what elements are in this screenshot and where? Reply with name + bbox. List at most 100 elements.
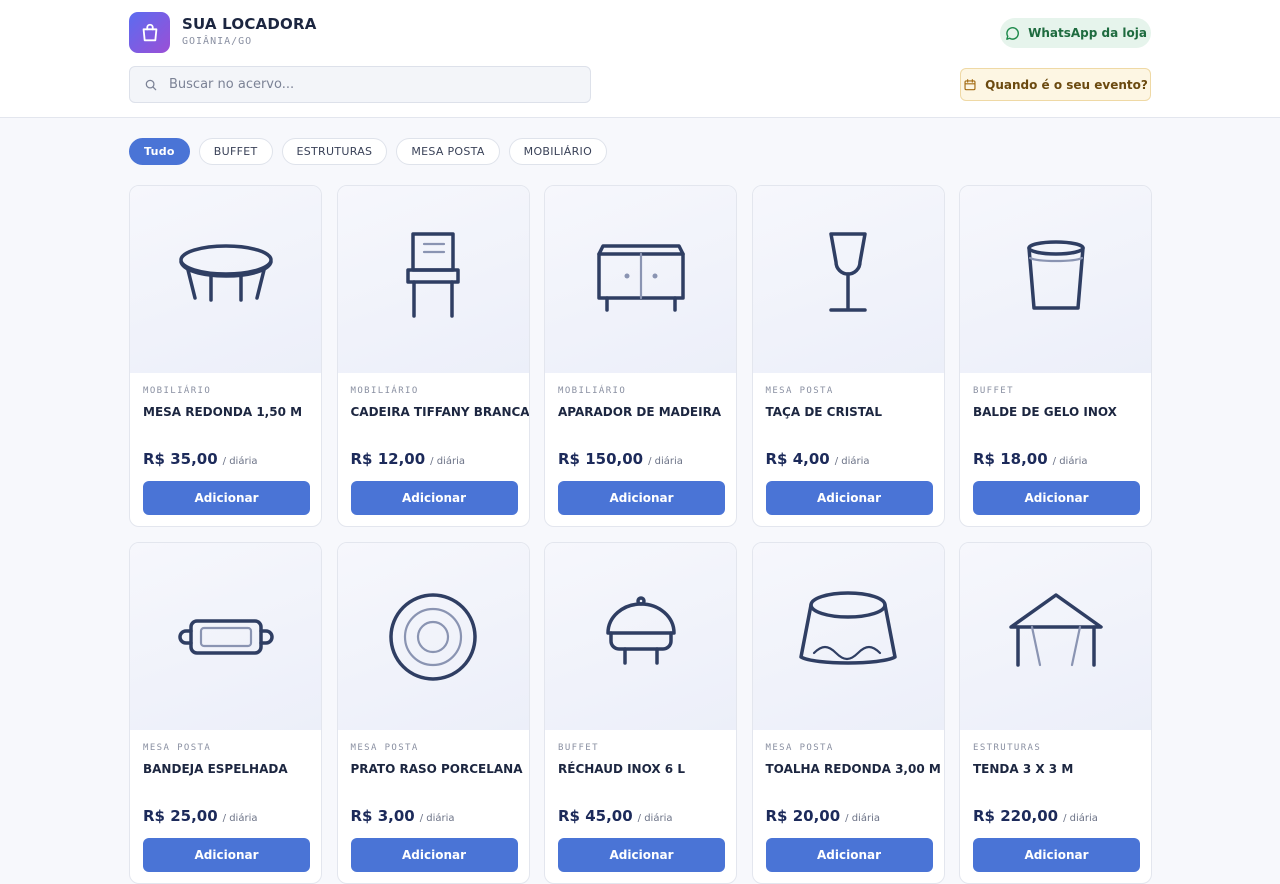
product-card[interactable]: MOBILIÁRIO CADEIRA TIFFANY BRANCA R$ 12,… — [336, 185, 530, 527]
product-card[interactable]: MOBILIÁRIO MESA REDONDA 1,50 M R$ 35,00 /… — [129, 185, 322, 527]
calendar-icon — [964, 78, 976, 90]
sideboard-icon — [596, 243, 685, 312]
product-name: RÉCHAUD INOX 6 L — [558, 762, 685, 776]
wine-glass-icon — [829, 231, 867, 312]
price-unit: / diária — [419, 813, 455, 824]
product-price: R$ 220,00 — [973, 807, 1059, 825]
event-label: Quando é o seu evento? — [985, 77, 1148, 92]
filter-chip-mesa-posta[interactable]: MESA POSTA — [396, 138, 500, 165]
add-button[interactable]: Adicionar — [350, 838, 518, 872]
product-image — [130, 186, 321, 373]
add-button[interactable]: Adicionar — [973, 481, 1140, 515]
price-unit: / diária — [1052, 456, 1088, 467]
product-image — [545, 543, 736, 730]
add-button[interactable]: Adicionar — [765, 838, 933, 872]
product-card[interactable]: MESA POSTA TOALHA REDONDA 3,00 M R$ 20,0… — [751, 542, 945, 884]
filter-chip-mobiliario[interactable]: MOBILIÁRIO — [508, 138, 608, 165]
chair-icon — [406, 231, 460, 318]
product-name: BANDEJA ESPELHADA — [143, 762, 288, 776]
brand-location: GOIÂNIA/GO — [182, 36, 253, 47]
search-bar[interactable] — [129, 66, 591, 103]
product-category: MOBILIÁRIO — [143, 386, 212, 396]
product-price: R$ 12,00 — [350, 450, 426, 468]
product-name: TENDA 3 X 3 M — [973, 762, 1074, 776]
search-input[interactable] — [169, 77, 569, 92]
product-name: CADEIRA TIFFANY BRANCA — [350, 405, 530, 419]
add-button[interactable]: Adicionar — [765, 481, 933, 515]
product-price: R$ 20,00 — [765, 807, 841, 825]
product-category: BUFFET — [973, 386, 1014, 396]
price-unit: / diária — [222, 456, 258, 467]
product-category: MESA POSTA — [350, 743, 419, 753]
price-unit: / diária — [430, 456, 465, 467]
round-table-icon — [178, 243, 273, 302]
product-image — [545, 186, 736, 373]
product-price: R$ 45,00 — [558, 807, 633, 825]
product-name: PRATO RASO PORCELANA — [350, 762, 523, 776]
product-name: MESA REDONDA 1,50 M — [143, 405, 303, 419]
product-name: TOALHA REDONDA 3,00 M — [765, 762, 941, 776]
price-unit: / diária — [222, 813, 258, 824]
product-image — [752, 186, 944, 373]
category-filters: Tudo BUFFET ESTRUTURAS MESA POSTA MOBILI… — [129, 138, 608, 165]
product-price: R$ 35,00 — [143, 450, 218, 468]
product-card[interactable]: MESA POSTA BANDEJA ESPELHADA R$ 25,00 / d… — [129, 542, 322, 884]
plate-icon — [389, 592, 477, 681]
product-card[interactable]: MESA POSTA TAÇA DE CRISTAL R$ 4,00 / diár… — [751, 185, 945, 527]
product-price: R$ 25,00 — [143, 807, 218, 825]
filter-chip-estruturas[interactable]: ESTRUTURAS — [281, 138, 388, 165]
product-category: MOBILIÁRIO — [558, 386, 627, 396]
shopping-bag-icon[interactable] — [129, 12, 170, 53]
whatsapp-icon — [1006, 26, 1020, 40]
filter-chip-buffet[interactable]: BUFFET — [198, 138, 273, 165]
tablecloth-icon — [799, 590, 897, 665]
ice-bucket-icon — [1026, 239, 1085, 310]
product-card[interactable]: MOBILIÁRIO APARADOR DE MADEIRA R$ 150,00… — [544, 185, 737, 527]
top-header: SUA LOCADORA GOIÂNIA/GO WhatsApp da loja… — [0, 0, 1280, 118]
price-unit: / diária — [845, 813, 880, 824]
add-button[interactable]: Adicionar — [350, 481, 518, 515]
product-grid: MOBILIÁRIO MESA REDONDA 1,50 M R$ 35,00 /… — [129, 185, 1152, 884]
product-price: R$ 18,00 — [973, 450, 1048, 468]
product-card[interactable]: ESTRUTURAS TENDA 3 X 3 M R$ 220,00 / diár… — [959, 542, 1152, 884]
product-image — [337, 543, 529, 730]
whatsapp-label: WhatsApp da loja — [1028, 26, 1147, 40]
product-name: APARADOR DE MADEIRA — [558, 405, 722, 419]
product-name: TAÇA DE CRISTAL — [765, 405, 883, 419]
product-price: R$ 4,00 — [765, 450, 830, 468]
event-date-button[interactable]: Quando é o seu evento? — [960, 68, 1151, 101]
whatsapp-button[interactable]: WhatsApp da loja — [1000, 18, 1151, 48]
search-icon — [145, 79, 157, 90]
add-button[interactable]: Adicionar — [143, 838, 310, 872]
product-image — [752, 543, 944, 730]
product-card[interactable]: BUFFET BALDE DE GELO INOX R$ 18,00 / diár… — [959, 185, 1152, 527]
brand-name: SUA LOCADORA — [182, 15, 317, 33]
product-image — [960, 543, 1151, 730]
product-card[interactable]: BUFFET RÉCHAUD INOX 6 L R$ 45,00 / diária… — [544, 542, 737, 884]
product-image — [337, 186, 529, 373]
add-button[interactable]: Adicionar — [973, 838, 1140, 872]
add-button[interactable]: Adicionar — [143, 481, 310, 515]
product-image — [130, 543, 321, 730]
filter-chip-tudo[interactable]: Tudo — [129, 138, 190, 165]
price-unit: / diária — [834, 456, 870, 467]
product-price: R$ 150,00 — [558, 450, 644, 468]
chafing-dish-icon — [605, 595, 676, 665]
tray-icon — [177, 618, 274, 655]
product-category: BUFFET — [558, 743, 599, 753]
product-category: MESA POSTA — [765, 386, 834, 396]
product-category: ESTRUTURAS — [973, 743, 1042, 753]
product-name: BALDE DE GELO INOX — [973, 405, 1117, 419]
price-unit: / diária — [1063, 813, 1098, 824]
add-button[interactable]: Adicionar — [558, 838, 725, 872]
product-category: MESA POSTA — [765, 743, 834, 753]
product-card[interactable]: MESA POSTA PRATO RASO PORCELANA R$ 3,00 /… — [336, 542, 530, 884]
product-image — [960, 186, 1151, 373]
tent-icon — [1008, 592, 1103, 667]
product-price: R$ 3,00 — [350, 807, 415, 825]
product-category: MESA POSTA — [143, 743, 212, 753]
add-button[interactable]: Adicionar — [558, 481, 725, 515]
product-category: MOBILIÁRIO — [350, 386, 419, 396]
price-unit: / diária — [648, 456, 683, 467]
price-unit: / diária — [637, 813, 673, 824]
